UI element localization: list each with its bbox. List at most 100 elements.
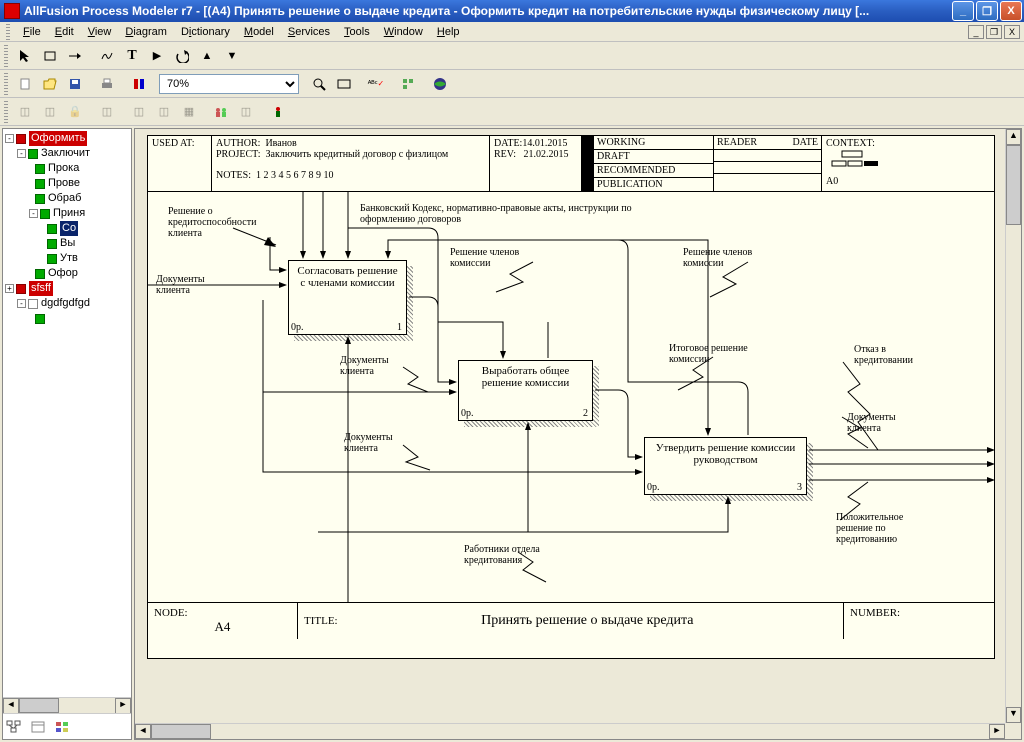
scroll-thumb[interactable] [19,698,59,713]
arrow-label: Работники отдела кредитования [464,544,554,566]
tree-node-selected[interactable]: Со [60,221,78,236]
zoom-fit-button[interactable] [332,73,356,95]
tree-node[interactable]: Утв [60,251,78,266]
goto-child-tool[interactable]: ▶ [145,45,169,67]
activity-box-3[interactable]: Утвердить решение комиссии руководством … [644,437,807,495]
header-used-at: USED AT: [148,136,212,191]
tree-node[interactable]: Прока [48,161,79,176]
model-explorer-button[interactable] [396,73,420,95]
tree-node[interactable]: Приня [53,206,85,221]
goto-parent-tool[interactable]: ▲ [195,45,219,67]
toolbar-grip[interactable] [4,101,8,123]
scroll-up-button[interactable]: ▲ [1006,129,1021,145]
tree-node[interactable]: Прове [48,176,80,191]
menu-file[interactable]: File [16,24,48,40]
zoom-tool[interactable] [307,73,331,95]
ext-btn-5: ◫ [152,101,176,123]
canvas-v-scrollbar[interactable]: ▲ ▼ [1005,129,1021,723]
lock-button: 🔒 [63,101,87,123]
toolbar-shapes: T ▶ ▲ ▼ [0,42,1024,70]
arrow-label: Документы клиента [344,432,414,454]
arrow-label: Решение о кредитоспособности клиента [168,206,273,239]
ext-btn-3: ◫ [95,101,119,123]
arrow-label: Документы клиента [340,355,410,377]
scroll-corner [1005,723,1021,739]
tree-tab-activities[interactable] [5,718,23,736]
scroll-down-button[interactable]: ▼ [1006,707,1021,723]
run-button[interactable] [266,101,290,123]
arrow-label: Документы клиента [847,412,917,434]
browser-button[interactable] [428,73,452,95]
tree-h-scrollbar[interactable]: ◄ ► [3,697,131,713]
tree-tab-objects[interactable] [53,718,71,736]
arrow-tool[interactable] [63,45,87,67]
mdi-minimize-button[interactable]: _ [968,25,984,39]
arrow-label: Итоговое решение комиссии [669,343,769,365]
app-icon [4,3,20,19]
save-button[interactable] [63,73,87,95]
scroll-left-button[interactable]: ◄ [135,724,151,739]
tree-node[interactable]: Заключит [41,146,90,161]
new-button[interactable] [13,73,37,95]
toolbar-grip[interactable] [6,24,10,40]
scroll-thumb[interactable] [1006,145,1021,225]
menu-help[interactable]: Help [430,24,467,40]
menu-diagram[interactable]: Diagram [118,24,174,40]
toolbar-extra: ◫ ◫ 🔒 ◫ ◫ ◫ ▦ ◫ [0,98,1024,126]
scroll-thumb[interactable] [151,724,211,739]
menu-services[interactable]: Services [281,24,337,40]
ext-btn-2: ◫ [38,101,62,123]
tree-root-2[interactable]: sfsff [29,281,53,296]
menu-model[interactable]: Model [237,24,281,40]
scroll-right-button[interactable]: ► [989,724,1005,739]
close-button[interactable]: X [1000,1,1022,21]
ext-btn-7: ◫ [234,101,258,123]
scroll-right-button[interactable]: ► [115,698,131,714]
box-tool[interactable] [38,45,62,67]
print-button[interactable] [95,73,119,95]
menu-tools[interactable]: Tools [337,24,377,40]
arrow-label: Решение членов комиссии [450,247,535,269]
ext-btn-6: ▦ [177,101,201,123]
arrow-label: Решение членов комиссии [683,247,768,269]
menu-window[interactable]: Window [377,24,430,40]
mdi-restore-button[interactable]: ❐ [986,25,1002,39]
undo-button[interactable] [170,45,194,67]
model-tree[interactable]: -Оформить -Заключит Прока Прове Обраб -П… [3,129,131,697]
arrow-label: Документы клиента [156,274,226,296]
menu-dictionary[interactable]: Dictionary [174,24,237,40]
menu-bar: File Edit View Diagram Dictionary Model … [0,22,1024,42]
roles-button[interactable] [209,101,233,123]
tree-tabs [3,713,131,739]
open-button[interactable] [38,73,62,95]
tree-node[interactable]: Вы [60,236,75,251]
toolbar-grip[interactable] [4,73,8,95]
maximize-button[interactable]: ❐ [976,1,998,21]
tree-root-1[interactable]: Оформить [29,131,87,146]
model-tree-panel: -Оформить -Заключит Прока Прове Обраб -П… [2,128,132,740]
tree-node[interactable]: dgdfgdfgd [41,296,90,311]
toolbar-grip[interactable] [4,45,8,67]
pointer-tool[interactable] [13,45,37,67]
diagram-body[interactable]: Согласовать решение с членами комиссии 0… [148,192,994,602]
text-tool[interactable]: T [120,45,144,67]
arrow-label: Отказ в кредитовании [854,344,934,366]
diagram-page[interactable]: USED AT: AUTHOR: Иванов PROJECT: Заключи… [147,135,995,659]
menu-edit[interactable]: Edit [48,24,81,40]
mdi-close-button[interactable]: X [1004,25,1020,39]
zoom-select[interactable]: 70% [159,74,299,94]
goto-sibling-tool[interactable]: ▼ [220,45,244,67]
scroll-left-button[interactable]: ◄ [3,698,19,714]
minimize-button[interactable]: _ [952,1,974,21]
ext-btn-4: ◫ [127,101,151,123]
tree-node[interactable]: Офор [48,266,78,281]
activity-box-2[interactable]: Выработать общее решение комиссии 0р. 2 [458,360,593,421]
tree-node[interactable]: Обраб [48,191,81,206]
squiggle-tool[interactable] [95,45,119,67]
spellcheck-button[interactable]: ᴬᴮᶜ✓ [364,73,388,95]
report-button[interactable] [127,73,151,95]
canvas-h-scrollbar[interactable]: ◄ ► [135,723,1005,739]
menu-view[interactable]: View [81,24,119,40]
tree-tab-diagrams[interactable] [29,718,47,736]
activity-box-1[interactable]: Согласовать решение с членами комиссии 0… [288,260,407,335]
